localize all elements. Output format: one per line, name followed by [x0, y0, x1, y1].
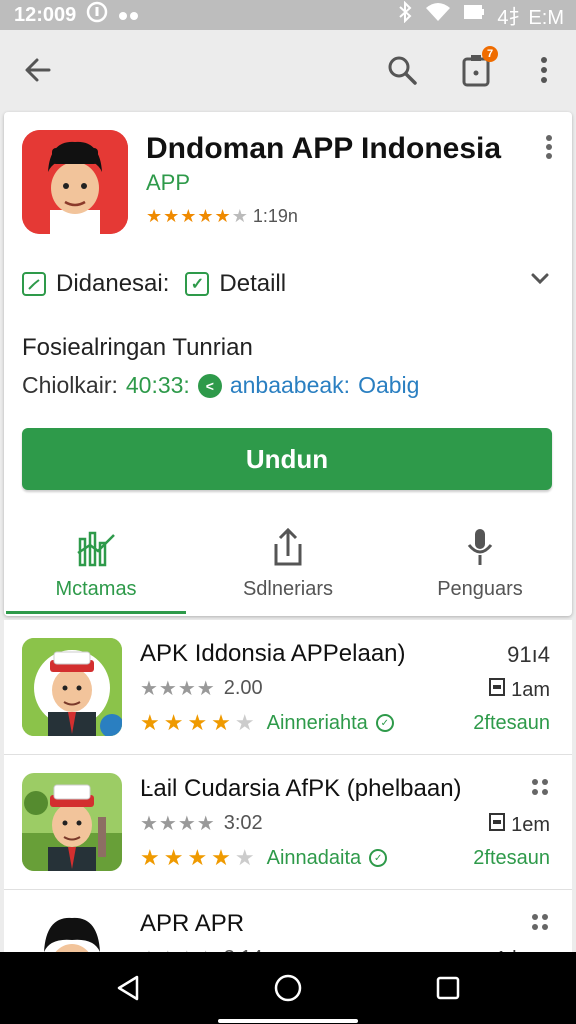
list-item-meta: 91ı4	[507, 642, 550, 667]
tab-label: Mctamas	[55, 578, 137, 600]
nav-home-button[interactable]	[268, 968, 308, 1008]
tag-label-1[interactable]: Didanesai:	[56, 270, 169, 298]
app-list: APK Iddonsia APPelaan) ★★★★ 2.00 ★★★★★ A…	[4, 620, 572, 960]
verified-icon: ✓	[369, 849, 388, 867]
info-line: Chiolkair: 40:33: < anbaabeak: Oabig	[22, 372, 419, 399]
list-item-title: APR APR	[140, 910, 245, 937]
rating-value: 2.00	[223, 677, 263, 699]
list-item-subtitle: Ainneriahta	[266, 711, 368, 734]
system-nav-bar	[0, 952, 576, 1024]
checkbox-icon[interactable]: ✓	[185, 272, 210, 296]
more-vert-icon	[541, 57, 547, 83]
status-right-text: 4扌E:M	[497, 6, 564, 29]
list-item-thumbnail	[22, 638, 122, 736]
bluetooth-icon	[397, 0, 413, 29]
app-rating: ★★★★★★ 1:19n	[146, 206, 298, 227]
list-item-stars: ★★★★★ Ainnadaita ✓	[140, 845, 388, 871]
circle-home-icon	[274, 974, 302, 1002]
star-rating: ★★★★★	[140, 845, 259, 870]
list-item-downloads: 2ftesaun	[473, 847, 550, 869]
dots-icon	[118, 4, 140, 27]
gray-stars: ★★★★	[140, 813, 216, 835]
wifi-icon	[425, 2, 451, 28]
list-item[interactable]: APK Iddonsia APPelaan) ★★★★ 2.00 ★★★★★ A…	[4, 620, 572, 755]
square-recents-icon	[436, 976, 460, 1000]
status-time: 12:009	[14, 3, 77, 26]
share-upload-icon	[274, 527, 302, 566]
home-indicator	[218, 1019, 358, 1023]
list-item-downloads: 2ftesaun	[473, 712, 550, 734]
rating-text: 1:19n	[252, 206, 298, 226]
tab-bar: Mctamas Sdlneriars Penguars	[4, 522, 572, 616]
app-developer[interactable]: APP	[146, 170, 190, 196]
rating-value: 3:02	[223, 812, 263, 834]
nav-recents-button[interactable]	[428, 968, 468, 1008]
status-bar: 12:009 4扌E:M	[0, 0, 576, 30]
app-icon	[22, 130, 128, 234]
star-rating: ★★★★★	[140, 710, 259, 735]
more-vert-icon	[546, 135, 552, 159]
list-item-more-button[interactable]	[530, 777, 550, 803]
tag-label-2[interactable]: Detaill	[219, 270, 286, 298]
grid-dots-icon	[532, 779, 548, 795]
search-icon	[388, 56, 417, 85]
battery-icon	[463, 3, 485, 27]
rating-stars: ★★★★★★	[146, 206, 249, 226]
storage-icon	[489, 813, 506, 837]
list-item-stars: ★★★★★ Ainneriahta ✓	[140, 710, 394, 736]
list-item-more-button[interactable]	[530, 912, 550, 938]
list-item-size: 1em	[489, 813, 550, 837]
microphone-icon	[467, 529, 493, 565]
edit-icon	[22, 272, 46, 296]
avatar-illustration	[22, 130, 128, 234]
info-label: Chiolkair:	[22, 372, 118, 398]
nav-back-button[interactable]	[108, 968, 148, 1008]
chart-icon	[77, 531, 115, 567]
app-title: Dndoman APP Indonesia	[146, 132, 502, 165]
storage-icon	[489, 678, 506, 702]
notifications-button[interactable]: 7	[456, 46, 498, 90]
list-item-title: Ŀail Cudarsia AfPK (phelbaan)	[140, 775, 462, 802]
info-value: 40:33:	[125, 372, 190, 398]
install-button[interactable]: Undun	[22, 428, 552, 490]
info-title: Fosiealringan Tunrian	[22, 334, 253, 361]
list-item-size: 1am	[489, 678, 550, 702]
tab-label: Sdlneriars	[242, 578, 334, 600]
list-item-subtitle: Ainnadaita	[266, 846, 362, 869]
tag-row: Didanesai: ✓ Detaill	[22, 270, 286, 298]
list-item-title: APK Iddonsia APPelaan)	[140, 640, 406, 667]
list-item[interactable]: Ŀail Cudarsia AfPK (phelbaan) ★★★★ 3:02 …	[4, 755, 572, 890]
list-item-rating: ★★★★ 3:02	[140, 811, 263, 836]
back-button[interactable]	[18, 50, 58, 90]
card-more-button[interactable]	[544, 134, 554, 165]
share-icon: <	[197, 373, 222, 398]
expand-chevron-icon[interactable]	[530, 272, 550, 291]
list-item-rating: ★★★★ 2.00	[140, 676, 263, 701]
app-detail-card: Dndoman APP Indonesia APP ★★★★★★ 1:19n D…	[4, 112, 572, 616]
tab-overview[interactable]: Mctamas	[6, 522, 186, 616]
info-link[interactable]: anbaabeak:	[230, 372, 350, 399]
search-button[interactable]	[382, 50, 422, 90]
info-link-2[interactable]: Oabig	[358, 372, 419, 399]
triangle-back-icon	[117, 975, 139, 1001]
active-tab-indicator	[6, 611, 186, 614]
tab-share[interactable]: Sdlneriars	[198, 522, 378, 616]
verified-icon: ✓	[375, 714, 394, 732]
tab-label: Penguars	[437, 578, 523, 600]
gray-stars: ★★★★	[140, 678, 216, 700]
grid-dots-icon	[532, 914, 548, 930]
overflow-menu-button[interactable]	[524, 50, 564, 90]
list-item-thumbnail	[22, 773, 122, 871]
tab-audio[interactable]: Penguars	[390, 522, 570, 616]
list-item[interactable]: APR APR ★★★★ 3.14 1:lean	[4, 890, 572, 960]
info-icon	[86, 1, 108, 29]
notification-badge: 7	[482, 46, 498, 62]
back-arrow-icon	[25, 58, 51, 82]
top-toolbar: 7	[0, 30, 576, 110]
